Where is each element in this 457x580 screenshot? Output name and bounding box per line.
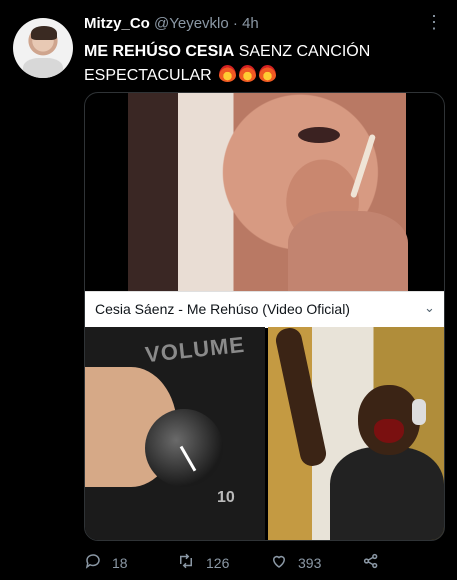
headphone	[412, 399, 426, 425]
user-handle[interactable]: @Yeyevklo	[154, 15, 229, 32]
chevron-down-icon[interactable]: ⌄	[424, 300, 435, 316]
video-thumbnail[interactable]	[128, 93, 408, 291]
knob-needle	[179, 445, 197, 472]
avatar-shirt	[23, 58, 63, 78]
kid-mouth	[374, 419, 404, 443]
retweet-button[interactable]: 126	[176, 552, 229, 573]
fire-emoji	[259, 65, 277, 82]
volume-knob-image[interactable]: VOLUME 10	[85, 327, 265, 540]
separator: ·	[232, 15, 238, 32]
action-bar: 18 126 393	[84, 552, 404, 576]
more-icon[interactable]: ⋮	[425, 13, 443, 31]
fire-emoji	[239, 65, 257, 82]
share-button[interactable]	[362, 552, 380, 573]
retweet-count: 126	[206, 554, 230, 571]
tweet-header: Mitzy_Co @Yeyevklo · 4h	[84, 15, 259, 32]
tweet-text-bold: ME REHÚSO CESIA	[84, 43, 235, 60]
reply-count: 18	[112, 554, 128, 571]
reply-button[interactable]: 18	[84, 552, 128, 573]
avatar[interactable]	[13, 18, 73, 78]
reply-icon	[84, 552, 102, 573]
kid-arm	[273, 325, 329, 469]
avatar-hair	[31, 26, 57, 40]
crying-kid-image[interactable]	[268, 325, 444, 540]
video-title-bar[interactable]: Cesia Sáenz - Me Rehúso (Video Oficial) …	[85, 291, 444, 328]
knob-number: 10	[217, 489, 235, 506]
fire-emoji	[219, 65, 237, 82]
thumbnail-hand	[288, 211, 408, 291]
display-name[interactable]: Mitzy_Co	[84, 15, 150, 32]
video-title[interactable]: Cesia Sáenz - Me Rehúso (Video Oficial)	[95, 301, 350, 317]
thumbnail-swab	[349, 133, 377, 199]
retweet-icon	[176, 552, 196, 573]
like-button[interactable]: 393	[270, 552, 321, 573]
tweet-text: ME REHÚSO CESIA SAENZ CANCIÓN ESPECTACUL…	[84, 40, 424, 88]
like-count: 393	[298, 554, 322, 571]
media-card[interactable]: Cesia Sáenz - Me Rehúso (Video Oficial) …	[84, 92, 445, 541]
timestamp[interactable]: 4h	[242, 15, 259, 32]
volume-label: VOLUME	[143, 331, 247, 368]
thumbnail-eye	[298, 127, 340, 143]
knob-shape	[145, 409, 223, 487]
like-icon	[270, 552, 288, 573]
kid-body	[330, 447, 444, 540]
share-icon	[362, 552, 380, 573]
